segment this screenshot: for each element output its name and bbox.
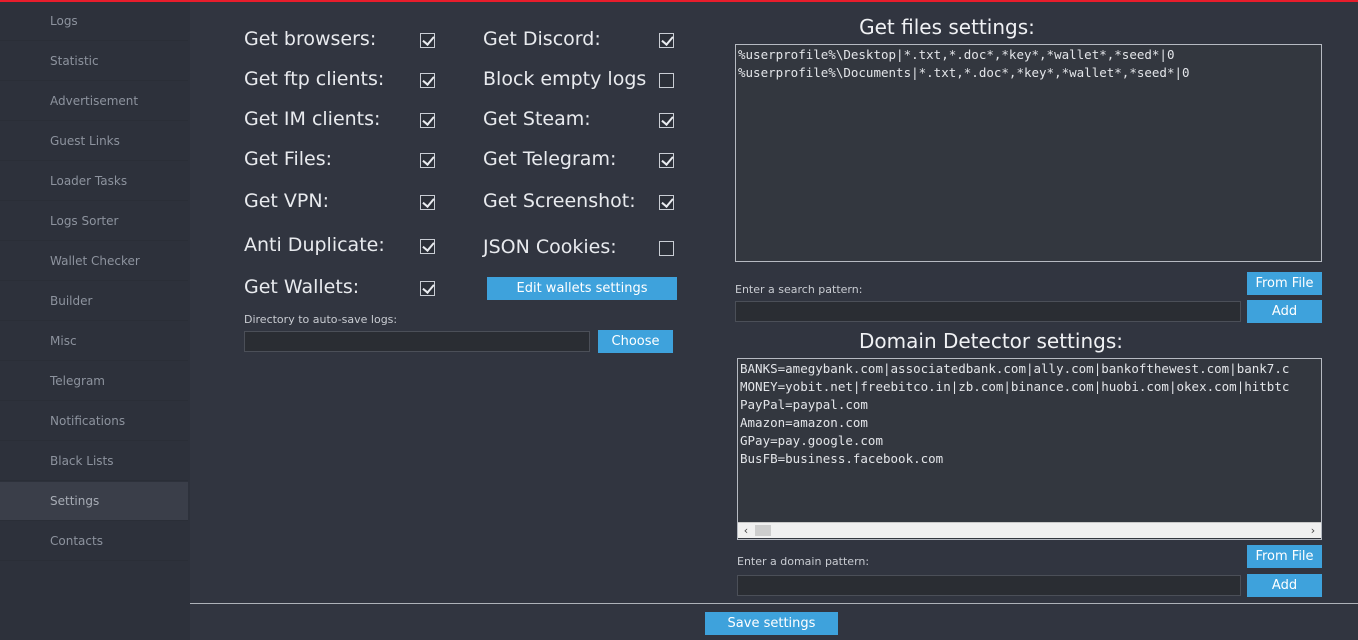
domain-settings-title: Domain Detector settings: [859, 329, 1123, 353]
anti-duplicate-checkbox[interactable] [420, 239, 435, 254]
domain-pattern-add-button[interactable]: Add [1247, 574, 1322, 597]
domain-pattern-label: Enter a domain pattern: [737, 555, 870, 568]
search-pattern-input[interactable] [735, 301, 1241, 322]
domain-settings-line: MONEY=yobit.net|freebitco.in|zb.com|bina… [740, 379, 1290, 394]
sidebar-item-misc[interactable]: Misc [0, 322, 188, 361]
domain-settings-line: GPay=pay.google.com [740, 433, 883, 448]
domain-pattern-input[interactable] [737, 575, 1241, 596]
save-settings-button[interactable]: Save settings [705, 612, 838, 635]
get-ftp-checkbox[interactable] [420, 73, 435, 88]
sidebar-item-wallet-checker[interactable]: Wallet Checker [0, 242, 188, 281]
sidebar-item-guest-links[interactable]: Guest Links [0, 122, 188, 161]
files-settings-line: %userprofile%\Documents|*.txt,*.doc*,*ke… [738, 65, 1190, 80]
scroll-left-arrow-icon[interactable]: ‹ [738, 523, 754, 538]
get-im-label: Get IM clients: [244, 108, 381, 130]
block-empty-checkbox[interactable] [659, 73, 674, 88]
edit-wallets-settings-button[interactable]: Edit wallets settings [487, 277, 677, 300]
choose-directory-button[interactable]: Choose [598, 330, 673, 353]
json-cookies-checkbox[interactable] [659, 241, 674, 256]
scrollbar-thumb[interactable] [755, 525, 771, 536]
get-telegram-label: Get Telegram: [483, 148, 617, 170]
get-wallets-checkbox[interactable] [420, 281, 435, 296]
domain-settings-line: Amazon=amazon.com [740, 415, 868, 430]
get-discord-label: Get Discord: [483, 28, 601, 50]
files-settings-textarea[interactable]: %userprofile%\Desktop|*.txt,*.doc*,*key*… [735, 44, 1322, 262]
search-pattern-label: Enter a search pattern: [735, 283, 863, 296]
get-discord-checkbox[interactable] [659, 33, 674, 48]
sidebar-item-contacts[interactable]: Contacts [0, 522, 188, 561]
scroll-right-arrow-icon[interactable]: › [1305, 523, 1321, 538]
sidebar-item-black-lists[interactable]: Black Lists [0, 442, 188, 481]
get-screenshot-checkbox[interactable] [659, 195, 674, 210]
search-pattern-add-button[interactable]: Add [1247, 300, 1322, 323]
domain-from-file-button[interactable]: From File [1247, 545, 1322, 568]
domain-settings-textarea[interactable]: BANKS=amegybank.com|associatedbank.com|a… [737, 358, 1322, 540]
domain-settings-line: PayPal=paypal.com [740, 397, 868, 412]
get-ftp-label: Get ftp clients: [244, 68, 385, 90]
get-browsers-label: Get browsers: [244, 28, 377, 50]
get-telegram-checkbox[interactable] [659, 153, 674, 168]
sidebar-item-logs-sorter[interactable]: Logs Sorter [0, 202, 188, 241]
sidebar-item-statistic[interactable]: Statistic [0, 42, 188, 81]
domain-settings-line: BusFB=business.facebook.com [740, 451, 944, 466]
domain-settings-line: BANKS=amegybank.com|associatedbank.com|a… [740, 361, 1290, 376]
footer-divider [190, 603, 1358, 604]
sidebar-item-advertisement[interactable]: Advertisement [0, 82, 188, 121]
get-files-checkbox[interactable] [420, 153, 435, 168]
sidebar-item-notifications[interactable]: Notifications [0, 402, 188, 441]
autosave-directory-label: Directory to auto-save logs: [244, 313, 398, 326]
sidebar: Logs Statistic Advertisement Guest Links… [0, 2, 190, 640]
get-wallets-label: Get Wallets: [244, 276, 360, 298]
block-empty-label: Block empty logs [483, 68, 647, 90]
files-from-file-button[interactable]: From File [1247, 272, 1322, 295]
get-steam-label: Get Steam: [483, 108, 591, 130]
get-browsers-checkbox[interactable] [420, 33, 435, 48]
anti-duplicate-label: Anti Duplicate: [244, 234, 385, 256]
get-vpn-checkbox[interactable] [420, 195, 435, 210]
get-steam-checkbox[interactable] [659, 113, 674, 128]
sidebar-item-logs[interactable]: Logs [0, 2, 188, 41]
get-screenshot-label: Get Screenshot: [483, 190, 636, 212]
sidebar-item-settings[interactable]: Settings [0, 482, 188, 521]
domain-horizontal-scrollbar[interactable]: ‹ › [738, 522, 1321, 538]
sidebar-item-telegram[interactable]: Telegram [0, 362, 188, 401]
files-settings-line: %userprofile%\Desktop|*.txt,*.doc*,*key*… [738, 47, 1175, 62]
get-im-checkbox[interactable] [420, 113, 435, 128]
json-cookies-label: JSON Cookies: [483, 236, 617, 258]
get-files-label: Get Files: [244, 148, 332, 170]
get-vpn-label: Get VPN: [244, 190, 329, 212]
files-settings-title: Get files settings: [859, 15, 1035, 39]
sidebar-item-builder[interactable]: Builder [0, 282, 188, 321]
top-accent-line [0, 0, 1358, 2]
autosave-directory-input[interactable] [244, 331, 590, 352]
sidebar-item-loader-tasks[interactable]: Loader Tasks [0, 162, 188, 201]
